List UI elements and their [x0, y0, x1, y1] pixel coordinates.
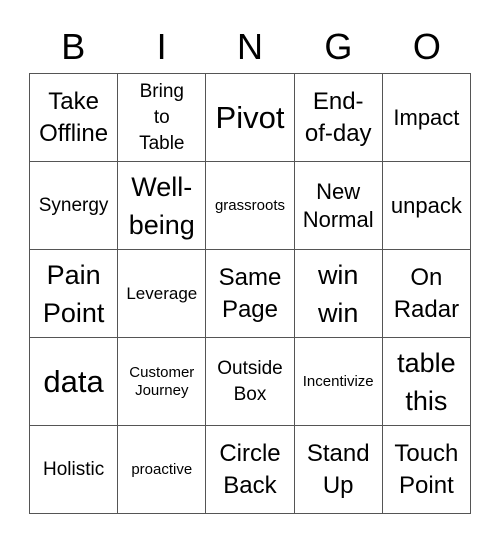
bingo-cell[interactable]: grassroots [206, 162, 295, 250]
bingo-cell[interactable]: Holistic [30, 426, 119, 514]
header-letter-o: O [412, 26, 441, 67]
bingo-cell[interactable]: Synergy [30, 162, 119, 250]
bingo-cell[interactable]: data [30, 338, 119, 426]
bingo-cell[interactable]: Pivot [206, 74, 295, 162]
bingo-cell[interactable]: Bring to Table [118, 74, 207, 162]
cell-text: Pivot [215, 99, 285, 135]
cell-text: Stand Up [306, 439, 370, 499]
header-letter-g: G [324, 26, 353, 67]
bingo-cell[interactable]: Same Page [206, 250, 295, 338]
cell-text: Outside Box [217, 357, 283, 405]
cell-text: On Radar [393, 263, 460, 323]
bingo-cell[interactable]: On Radar [382, 250, 471, 338]
cell-text: proactive [131, 460, 193, 478]
bingo-cell[interactable]: Incentivize [294, 338, 383, 426]
header-letter-n: N [237, 26, 264, 67]
cell-text: grassroots [214, 196, 285, 214]
cell-text: Customer Journey [129, 363, 195, 399]
bingo-cell[interactable]: Touch Point [382, 426, 471, 514]
bingo-cell[interactable]: New Normal [294, 162, 383, 250]
header-letter-b: B [61, 26, 86, 67]
cell-text: win win [317, 259, 359, 328]
cell-text: Impact [393, 104, 460, 130]
bingo-card-grid: Take Offline Bring to Table Pivot End- o… [29, 73, 471, 514]
bingo-cell[interactable]: Pain Point [30, 250, 119, 338]
bingo-cell[interactable]: proactive [118, 426, 207, 514]
cell-text: Incentivize [302, 372, 374, 390]
bingo-cell[interactable]: End- of-day [294, 74, 383, 162]
bingo-cell[interactable]: Circle Back [206, 426, 295, 514]
cell-text: Touch Point [394, 439, 459, 499]
bingo-cell[interactable]: Take Offline [30, 74, 119, 162]
cell-text: Synergy [38, 194, 109, 216]
header-letter-i: I [156, 26, 167, 67]
cell-text: data [43, 363, 104, 399]
bingo-cell[interactable]: table this [382, 338, 471, 426]
cell-text: Well- being [128, 171, 195, 240]
cell-text: Pain Point [42, 259, 105, 328]
bingo-cell[interactable]: Outside Box [206, 338, 295, 426]
cell-text: Circle Back [219, 439, 281, 499]
bingo-header: B I N G O [29, 22, 471, 72]
bingo-cell[interactable]: Stand Up [294, 426, 383, 514]
cell-text: New Normal [302, 178, 374, 232]
cell-text: Take Offline [39, 87, 109, 147]
bingo-cell[interactable]: unpack [382, 162, 471, 250]
cell-text: table this [397, 347, 456, 416]
bingo-cell[interactable]: Well- being [118, 162, 207, 250]
bingo-cell[interactable]: Leverage [118, 250, 207, 338]
bingo-cell[interactable]: win win [294, 250, 383, 338]
cell-text: Bring to Table [139, 80, 185, 154]
cell-text: Leverage [126, 284, 198, 303]
bingo-cell[interactable]: Impact [382, 74, 471, 162]
cell-text: unpack [390, 192, 462, 218]
cell-text: Holistic [42, 458, 105, 480]
cell-text: Same Page [218, 263, 282, 323]
bingo-cell[interactable]: Customer Journey [118, 338, 207, 426]
cell-text: End- of-day [304, 87, 372, 147]
